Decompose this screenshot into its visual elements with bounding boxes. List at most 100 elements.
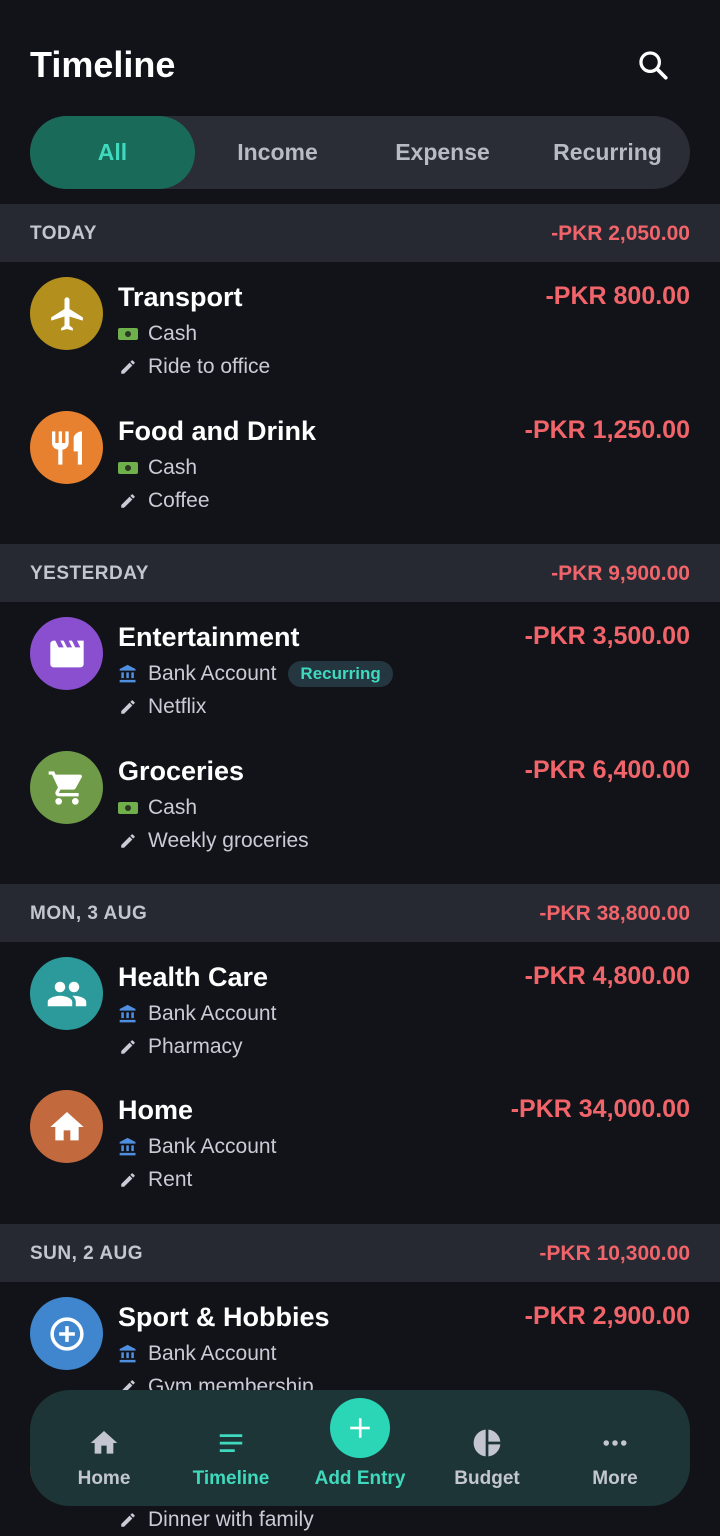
entry-note: Rent (118, 1165, 192, 1195)
search-button[interactable] (628, 40, 678, 90)
entry-entertainment[interactable]: Entertainment -PKR 3,500.00 Bank Account… (0, 617, 720, 747)
bottom-navigation: Home Timeline Add Entry Budget More (30, 1390, 690, 1506)
people-icon (30, 957, 103, 1030)
section-total: -PKR 10,300.00 (539, 1242, 690, 1265)
section-header-mon-3-aug: MON, 3 AUG -PKR 38,800.00 (0, 884, 720, 942)
nav-label: Budget (454, 1468, 520, 1489)
section-label: YESTERDAY (30, 563, 149, 584)
nav-more[interactable]: More (549, 1390, 681, 1506)
note-label: Coffee (148, 489, 210, 512)
cash-icon (118, 798, 138, 818)
target-icon (30, 1297, 103, 1370)
entry-amount: -PKR 2,900.00 (524, 1302, 690, 1330)
entry-amount: -PKR 34,000.00 (510, 1095, 690, 1123)
nav-label: Add Entry (314, 1468, 406, 1489)
pencil-icon (118, 697, 138, 717)
entry-account: Cash (118, 319, 197, 349)
entry-account: Cash (118, 453, 197, 483)
entry-account: Cash (118, 793, 197, 823)
bank-icon (118, 1137, 138, 1157)
house-icon (30, 1090, 103, 1163)
account-label: Bank Account (148, 1002, 277, 1025)
entry-amount: -PKR 6,400.00 (524, 756, 690, 784)
entry-amount: -PKR 3,500.00 (524, 622, 690, 650)
account-label: Bank Account (148, 1342, 277, 1365)
entry-food-and-drink[interactable]: Food and Drink -PKR 1,250.00 Cash Coffee (0, 411, 720, 541)
pencil-icon (118, 1037, 138, 1057)
cash-icon (118, 324, 138, 344)
pie-chart-icon (470, 1426, 504, 1460)
account-label: Bank Account (148, 662, 277, 685)
app-bar: Timeline (0, 0, 720, 120)
pencil-icon (118, 491, 138, 511)
entry-account: Bank Account Recurring (118, 659, 393, 689)
entry-health-care[interactable]: Health Care -PKR 4,800.00 Bank Account P… (0, 957, 720, 1087)
entry-groceries[interactable]: Groceries -PKR 6,400.00 Cash Weekly groc… (0, 751, 720, 881)
section-label: MON, 3 AUG (30, 903, 148, 924)
home-icon (87, 1426, 121, 1460)
entry-amount: -PKR 4,800.00 (524, 962, 690, 990)
note-label: Ride to office (148, 355, 271, 378)
section-header-yesterday: YESTERDAY -PKR 9,900.00 (0, 544, 720, 602)
plus-icon (330, 1398, 390, 1458)
nav-add-entry[interactable]: Add Entry (294, 1390, 426, 1506)
entry-amount: -PKR 800.00 (545, 282, 690, 310)
note-label: Rent (148, 1168, 193, 1191)
pencil-icon (118, 1170, 138, 1190)
tab-expense[interactable]: Expense (360, 116, 525, 189)
note-label: Netflix (148, 695, 207, 718)
nav-timeline[interactable]: Timeline (165, 1390, 297, 1506)
entry-amount: -PKR 1,250.00 (524, 416, 690, 444)
section-header-today: TODAY -PKR 2,050.00 (0, 204, 720, 262)
account-label: Cash (148, 322, 198, 345)
entry-category: Sport & Hobbies (118, 1302, 330, 1332)
bank-icon (118, 664, 138, 684)
pencil-icon (118, 357, 138, 377)
nav-budget[interactable]: Budget (421, 1390, 553, 1506)
nav-home[interactable]: Home (38, 1390, 170, 1506)
tab-recurring[interactable]: Recurring (525, 116, 690, 189)
more-icon (598, 1426, 632, 1460)
entry-note: Netflix (118, 692, 206, 722)
nav-label: More (592, 1468, 638, 1489)
entry-home[interactable]: Home -PKR 34,000.00 Bank Account Rent (0, 1090, 720, 1220)
nav-label: Timeline (192, 1468, 270, 1489)
note-label: Dinner with family (148, 1508, 314, 1531)
page-title: Timeline (30, 44, 176, 85)
account-label: Bank Account (148, 1135, 277, 1158)
entry-category: Food and Drink (118, 416, 316, 446)
bank-icon (118, 1344, 138, 1364)
section-label: TODAY (30, 223, 97, 244)
timeline-icon (214, 1426, 248, 1460)
note-label: Weekly groceries (148, 829, 309, 852)
airplane-icon (30, 277, 103, 350)
pencil-icon (118, 831, 138, 851)
entry-note: Pharmacy (118, 1032, 243, 1062)
tab-income[interactable]: Income (195, 116, 360, 189)
entry-category: Home (118, 1095, 194, 1125)
entry-note: Weekly groceries (118, 826, 309, 856)
search-icon (639, 51, 668, 80)
cart-icon (30, 751, 103, 824)
section-header-sun-2-aug: SUN, 2 AUG -PKR 10,300.00 (0, 1224, 720, 1282)
account-label: Cash (148, 456, 198, 479)
section-total: -PKR 38,800.00 (539, 902, 690, 925)
tab-all[interactable]: All (30, 116, 195, 189)
account-label: Cash (148, 796, 198, 819)
entry-account: Bank Account (118, 1339, 276, 1369)
entry-category: Entertainment (118, 622, 300, 652)
entry-note: Dinner with family (118, 1505, 314, 1535)
entry-transport[interactable]: Transport -PKR 800.00 Cash Ride to offic… (0, 277, 720, 407)
entry-note: Ride to office (118, 352, 270, 382)
entry-category: Transport (118, 282, 243, 312)
fork-knife-icon (30, 411, 103, 484)
entry-account: Bank Account (118, 1132, 276, 1162)
entry-note: Coffee (118, 486, 210, 516)
note-label: Pharmacy (148, 1035, 243, 1058)
recurring-badge: Recurring (288, 661, 393, 687)
pencil-icon (118, 1510, 138, 1530)
cash-icon (118, 458, 138, 478)
section-total: -PKR 9,900.00 (551, 562, 690, 585)
clapperboard-icon (30, 617, 103, 690)
entry-category: Health Care (118, 962, 269, 992)
